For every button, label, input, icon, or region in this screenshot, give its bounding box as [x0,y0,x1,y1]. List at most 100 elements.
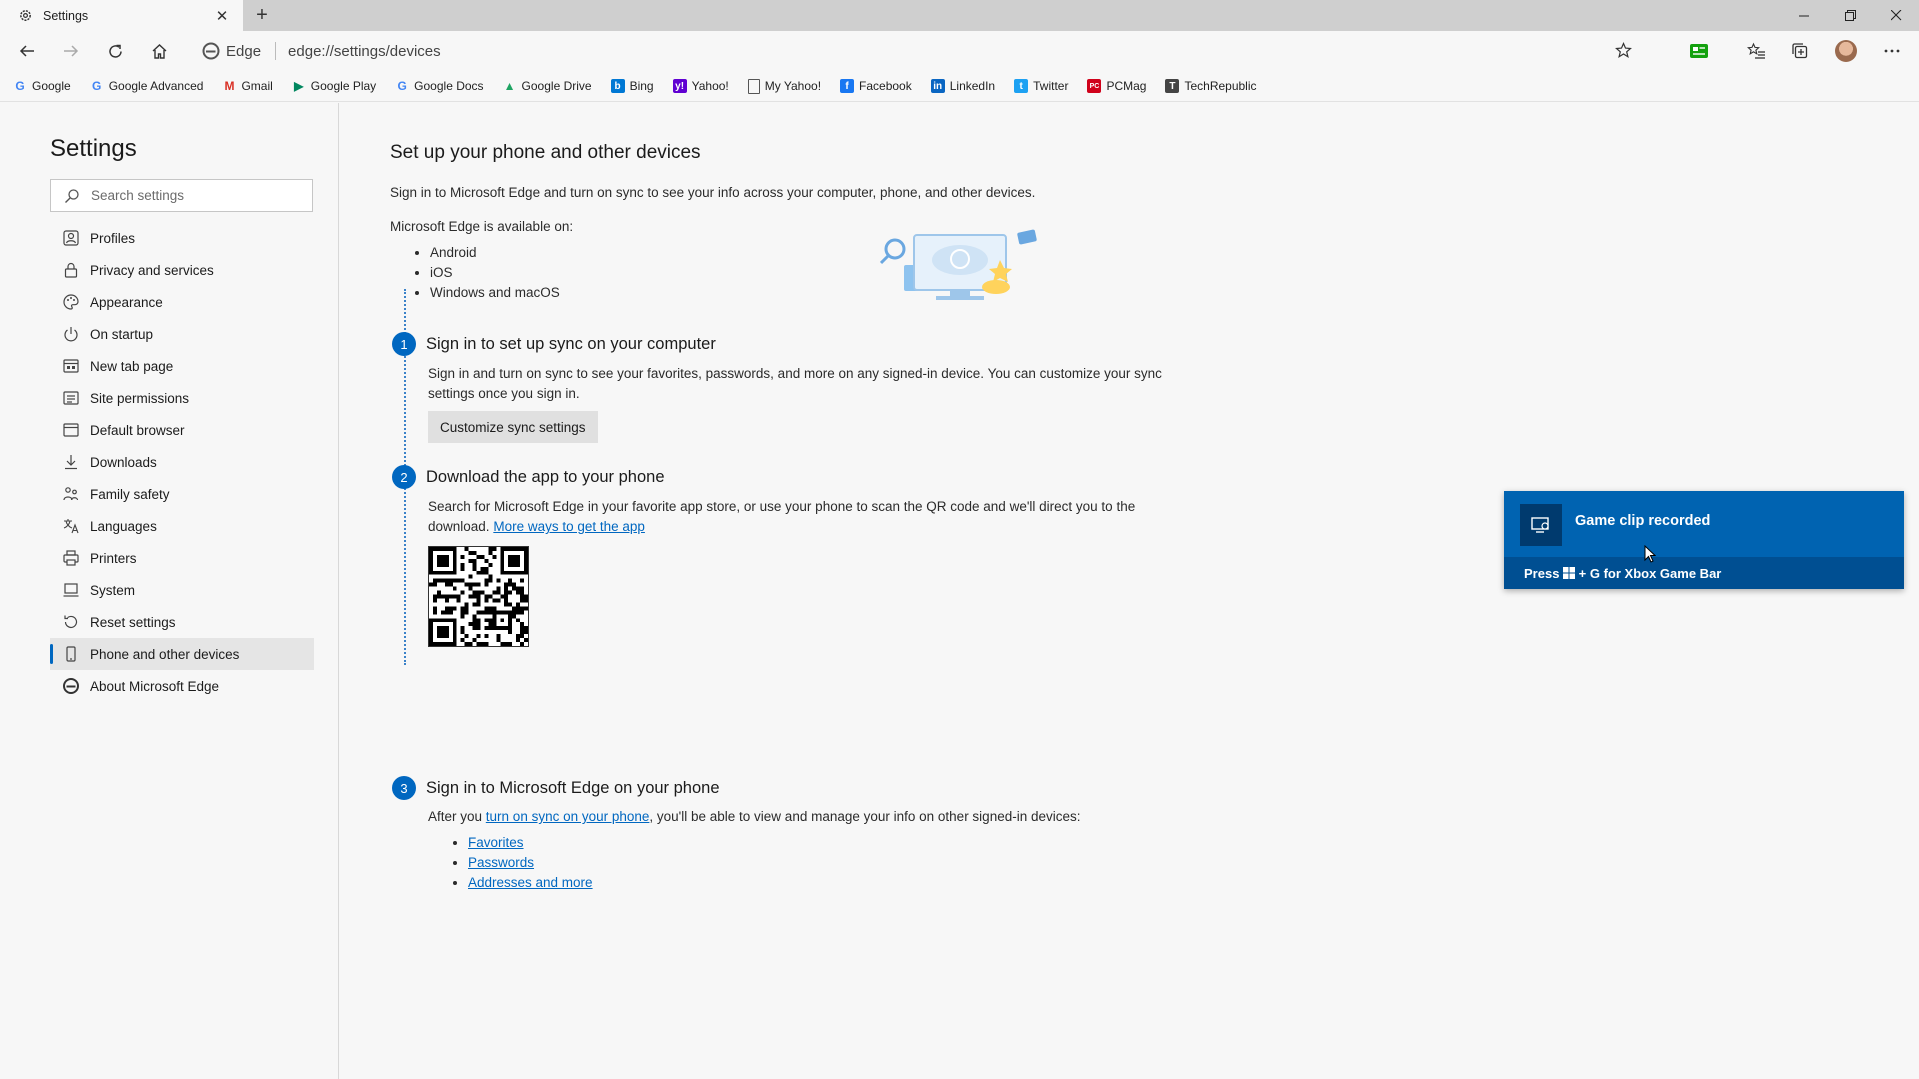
sidebar-item-system[interactable]: System [50,574,314,606]
profile-avatar-button[interactable] [1832,37,1860,65]
home-button[interactable] [144,37,174,65]
favorite-google-docs[interactable]: G Google Docs [395,79,484,93]
tab-settings[interactable]: Settings ✕ [0,0,243,31]
palette-icon [62,293,80,311]
more-menu-button[interactable] [1878,37,1906,65]
sidebar-item-label: Family safety [90,486,170,502]
new-tab-button[interactable]: + [251,5,273,27]
sidebar-item-downloads[interactable]: Downloads [50,446,314,478]
list-item: Addresses and more [468,873,593,893]
sidebar-item-family-safety[interactable]: Family safety [50,478,314,510]
search-box[interactable] [50,179,313,212]
minimize-button[interactable] [1781,0,1827,31]
favorites-icon[interactable] [1742,37,1770,65]
settings-nav-list: Profiles Privacy and services Appearance On… [50,222,314,702]
refresh-button[interactable] [100,37,130,65]
customize-sync-button[interactable]: Customize sync settings [428,411,598,443]
close-tab-icon[interactable]: ✕ [213,7,231,25]
sidebar-item-printers[interactable]: Printers [50,542,314,574]
google-icon: G [15,79,25,93]
lock-icon [62,261,80,279]
back-button[interactable] [12,37,42,65]
sidebar-item-label: Printers [90,550,137,566]
sidebar-item-default-browser[interactable]: Default browser [50,414,314,446]
address-bar[interactable]: Edge edge://settings/devices [190,36,1640,66]
more-ways-link[interactable]: More ways to get the app [493,519,645,534]
addresses-link[interactable]: Addresses and more [468,875,593,890]
sidebar-item-languages[interactable]: Languages [50,510,314,542]
refresh-icon [108,44,122,58]
address-separator [275,42,277,60]
favorite-google[interactable]: G Google [13,79,70,93]
game-clip-toast[interactable]: Game clip recorded Press + G for Xbox Ga… [1504,491,1904,589]
sidebar-item-appearance[interactable]: Appearance [50,286,314,318]
address-url[interactable]: edge://settings/devices [288,43,441,60]
google-drive-icon: ▲ [503,79,516,93]
favorite-yahoo[interactable]: y! Yahoo! [672,79,729,93]
search-input[interactable] [89,187,303,204]
favorite-twitter[interactable]: t Twitter [1014,79,1068,93]
sidebar-item-label: Default browser [90,422,185,438]
favorite-google-drive[interactable]: ▲ Google Drive [503,79,592,93]
site-permissions-icon [62,389,80,407]
browser-icon [62,421,80,439]
step-2-title: Download the app to your phone [426,468,665,486]
reset-icon [62,613,80,631]
window-controls [1781,0,1919,31]
toast-footer-text: Press + G for Xbox Game Bar [1524,566,1721,581]
forward-arrow-icon [64,45,79,57]
printer-icon [62,549,80,567]
close-window-button[interactable] [1873,0,1919,31]
sidebar-item-phone-and-other-devices[interactable]: Phone and other devices [50,638,314,670]
favorite-my-yahoo[interactable]: My Yahoo! [747,78,822,94]
sidebar-item-privacy-and-services[interactable]: Privacy and services [50,254,314,286]
favorite-facebook[interactable]: f Facebook [840,79,912,93]
turn-on-sync-link[interactable]: turn on sync on your phone [486,809,650,824]
step-3-title: Sign in to Microsoft Edge on your phone [426,779,720,797]
favorite-techrepublic[interactable]: T TechRepublic [1165,79,1257,93]
sidebar-item-reset-settings[interactable]: Reset settings [50,606,314,638]
sidebar-item-site-permissions[interactable]: Site permissions [50,382,314,414]
favorite-linkedin[interactable]: in LinkedIn [930,79,996,93]
settings-sidebar: Settings Profiles Privacy and services App… [0,103,339,1079]
step-2-text-line1: Search for Microsoft Edge in your favori… [428,499,1136,514]
favorite-label: My Yahoo! [764,79,822,93]
favorite-gmail[interactable]: M Gmail [222,79,272,93]
reading-view-icon[interactable] [1685,37,1713,65]
favorite-label: LinkedIn [949,79,996,93]
step-2-text-line2: download. More ways to get the app [428,519,645,534]
passwords-link[interactable]: Passwords [468,855,534,870]
favorite-google-play[interactable]: ▶ Google Play [292,79,376,93]
favorite-bing[interactable]: b Bing [610,79,654,93]
favorite-label: Bing [629,79,654,93]
favorite-pcmag[interactable]: PC PCMag [1087,79,1146,93]
sidebar-item-on-startup[interactable]: On startup [50,318,314,350]
sidebar-item-about-microsoft-edge[interactable]: About Microsoft Edge [50,670,314,702]
bing-icon: b [610,79,625,93]
restore-button[interactable] [1827,0,1873,31]
available-label: Microsoft Edge is available on: [390,219,574,234]
step-1-text-line2: settings once you sign in. [428,386,580,401]
sidebar-item-label: Phone and other devices [90,646,240,662]
forward-button[interactable] [56,37,86,65]
edge-icon [62,677,80,695]
sidebar-item-label: On startup [90,326,154,342]
favorite-star-icon[interactable] [1615,41,1632,64]
sidebar-item-label: Site permissions [90,390,190,406]
sidebar-item-new-tab-page[interactable]: New tab page [50,350,314,382]
favorite-google-advanced[interactable]: G Google Advanced [90,79,203,93]
step-1-text-line1: Sign in and turn on sync to see your fav… [428,366,1162,381]
collections-icon[interactable] [1786,37,1814,65]
step-2-number: 2 [392,465,416,489]
profile-icon [62,229,80,247]
favorites-link[interactable]: Favorites [468,835,524,850]
gmail-icon: M [224,79,235,93]
step-3-text-prefix: After you [428,809,483,824]
list-item: Android [430,243,560,263]
sidebar-title: Settings [50,135,137,162]
sidebar-item-profiles[interactable]: Profiles [50,222,314,254]
step-1-number: 1 [392,332,416,356]
system-icon [62,581,80,599]
mouse-cursor-icon [1644,545,1656,563]
twitter-icon: t [1014,79,1029,93]
